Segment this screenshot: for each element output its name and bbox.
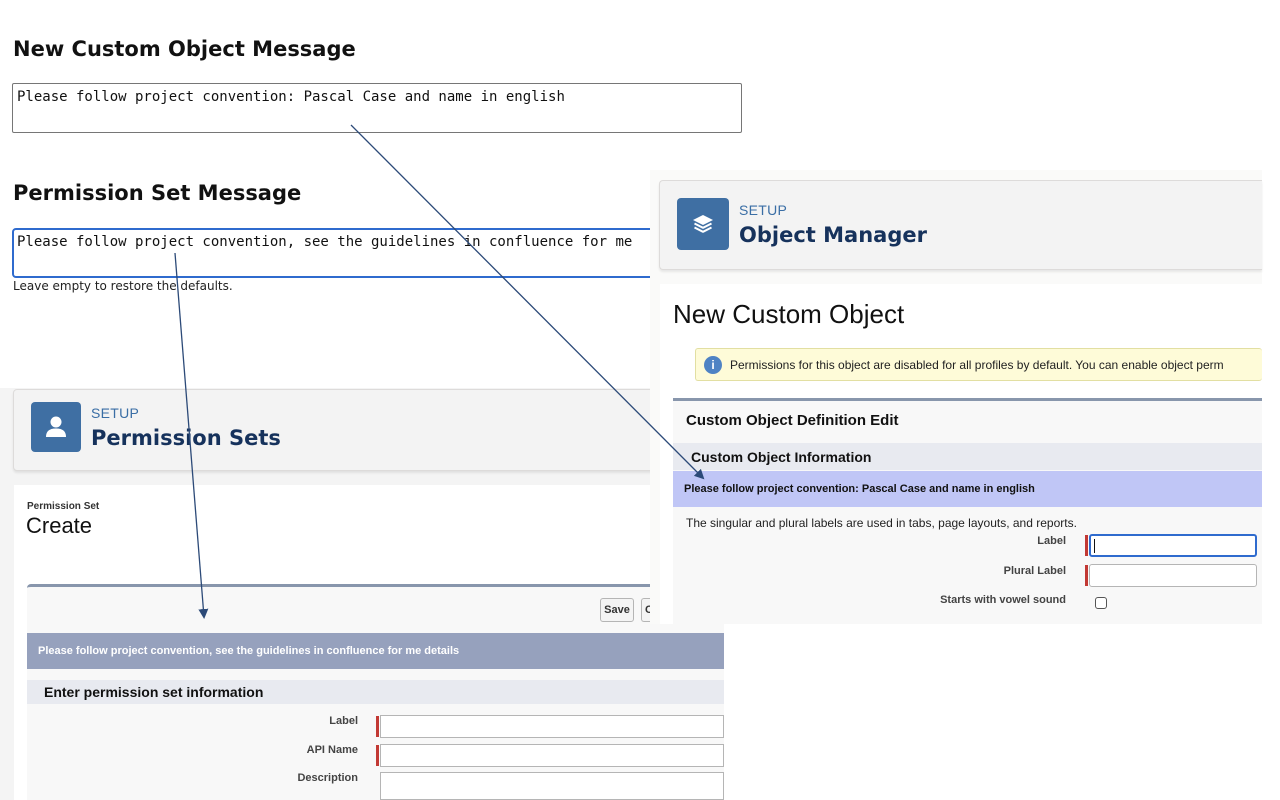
om-plural-label-input[interactable] bbox=[1089, 564, 1257, 587]
permission-sets-title: Permission Sets bbox=[91, 426, 281, 450]
custom-object-message-banner: Please follow project convention: Pascal… bbox=[673, 471, 1262, 507]
permission-sets-eyebrow: SETUP bbox=[91, 405, 140, 421]
labels-help-text: The singular and plural labels are used … bbox=[686, 516, 1077, 530]
new-custom-object-title: New Custom Object bbox=[673, 299, 905, 329]
permissions-info-box: i Permissions for this object are disabl… bbox=[695, 348, 1262, 381]
object-manager-title: Object Manager bbox=[739, 223, 927, 247]
om-plural-label-field-label: Plural Label bbox=[1003, 565, 1066, 577]
om-label-input[interactable] bbox=[1089, 534, 1257, 557]
om-plural-label-required-indicator bbox=[1085, 565, 1088, 586]
ps-label-input[interactable] bbox=[380, 715, 724, 738]
om-label-field-label: Label bbox=[1037, 535, 1066, 547]
custom-object-section-title: Custom Object Definition Edit bbox=[686, 412, 899, 429]
layers-icon bbox=[677, 198, 729, 250]
permission-set-section-title: Enter permission set information bbox=[27, 680, 724, 704]
ps-label-required-indicator bbox=[376, 716, 379, 737]
user-icon bbox=[31, 402, 81, 452]
om-label-required-indicator bbox=[1085, 535, 1088, 556]
ps-api-name-required-indicator bbox=[376, 745, 379, 766]
custom-object-form bbox=[673, 398, 1262, 624]
custom-object-message-input[interactable]: Please follow project convention: Pascal… bbox=[12, 83, 742, 133]
custom-object-subsection-title: Custom Object Information bbox=[673, 443, 1262, 470]
permission-set-page-title: Create bbox=[26, 513, 93, 538]
permission-set-message-input[interactable]: Please follow project convention, see th… bbox=[12, 228, 742, 278]
permission-set-page-label: Permission Set bbox=[27, 501, 100, 512]
permission-set-message-banner: Please follow project convention, see th… bbox=[27, 633, 724, 669]
permission-sets-setup-header: SETUP Permission Sets bbox=[13, 389, 713, 471]
ps-description-input[interactable] bbox=[380, 772, 724, 800]
ps-api-name-input[interactable] bbox=[380, 744, 724, 767]
text-cursor bbox=[1094, 539, 1095, 553]
info-icon: i bbox=[704, 355, 722, 374]
restore-defaults-hint: Leave empty to restore the defaults. bbox=[13, 279, 233, 293]
om-vowel-field-label: Starts with vowel sound bbox=[940, 594, 1066, 606]
object-manager-setup-header: SETUP Object Manager bbox=[659, 180, 1262, 270]
save-button[interactable]: Save bbox=[600, 598, 634, 622]
ps-api-name-field-label: API Name bbox=[306, 744, 358, 756]
ps-label-field-label: Label bbox=[329, 715, 358, 727]
starts-with-vowel-checkbox[interactable] bbox=[1095, 597, 1107, 609]
permissions-info-text: Permissions for this object are disabled… bbox=[730, 357, 1224, 372]
ps-description-field-label: Description bbox=[297, 772, 358, 784]
custom-object-message-heading: New Custom Object Message bbox=[13, 37, 356, 61]
object-manager-eyebrow: SETUP bbox=[739, 202, 788, 218]
permission-set-message-heading: Permission Set Message bbox=[13, 181, 302, 205]
